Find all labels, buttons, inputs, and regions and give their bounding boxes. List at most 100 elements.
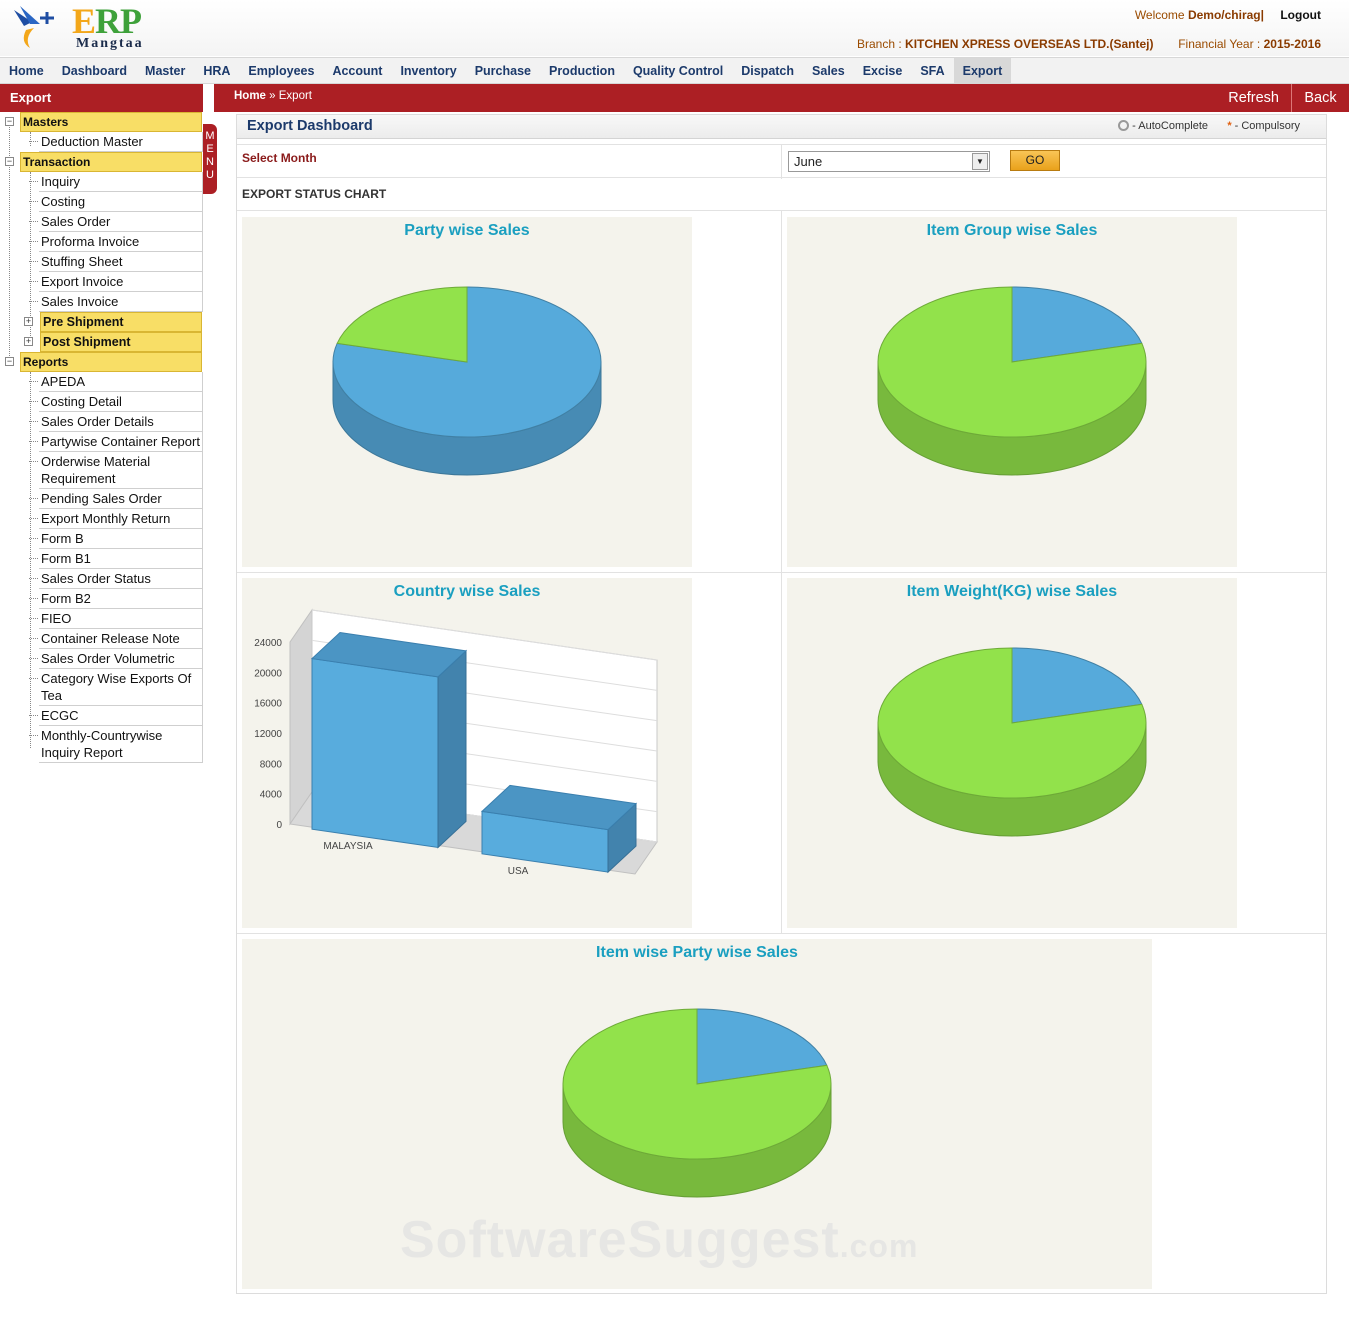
nav-account[interactable]: Account xyxy=(323,58,391,83)
pie-chart xyxy=(877,286,1147,476)
collapse-icon[interactable]: − xyxy=(5,117,14,126)
export-dashboard-panel: Export Dashboard - AutoComplete * - Compu… xyxy=(236,114,1327,1294)
branch-name: KITCHEN XPRESS OVERSEAS LTD.(Santej) xyxy=(905,37,1154,51)
chart-item-group-wise-sales: Item Group wise Sales xyxy=(787,217,1237,567)
tree-item-costing[interactable]: Costing xyxy=(29,192,203,212)
content-header-bar: Home » Export Refresh Back xyxy=(214,84,1349,112)
legend-autocomplete: - AutoComplete xyxy=(1118,120,1208,132)
nav-export[interactable]: Export xyxy=(953,58,1012,83)
tree-item-stuffing-sheet[interactable]: Stuffing Sheet xyxy=(29,252,203,272)
tree-item-export-invoice[interactable]: Export Invoice xyxy=(29,272,203,292)
brand-rp: RP xyxy=(95,1,142,41)
tree-item-sales-invoice[interactable]: Sales Invoice xyxy=(29,292,203,312)
erp-logo[interactable]: ERP Mangtaa xyxy=(10,1,160,54)
bar-front xyxy=(311,657,439,849)
pie-chart xyxy=(877,647,1147,837)
nav-hra[interactable]: HRA xyxy=(194,58,239,83)
tree-section-masters[interactable]: − Masters xyxy=(5,112,202,132)
current-user: Demo/chirag| xyxy=(1187,8,1264,22)
fy-value: 2015-2016 xyxy=(1263,37,1321,51)
nav-employees[interactable]: Employees xyxy=(239,58,323,83)
nav-purchase[interactable]: Purchase xyxy=(466,58,540,83)
nav-dashboard[interactable]: Dashboard xyxy=(53,58,136,83)
nav-production[interactable]: Production xyxy=(540,58,624,83)
tree-subsection-post-shipment[interactable]: + Post Shipment xyxy=(24,332,202,352)
magnifier-icon xyxy=(1118,120,1130,131)
tree-item-proforma-invoice[interactable]: Proforma Invoice xyxy=(29,232,203,252)
collapse-icon[interactable]: − xyxy=(5,157,14,166)
tree-item-fieo[interactable]: FIEO xyxy=(29,609,203,629)
pie-chart xyxy=(332,286,602,476)
tree-section-reports[interactable]: − Reports xyxy=(5,352,202,372)
asterisk-icon: * xyxy=(1227,120,1232,132)
nav-master[interactable]: Master xyxy=(136,58,194,83)
sidebar-title: Export xyxy=(0,84,203,112)
legend-compulsory-text: - Compulsory xyxy=(1234,120,1300,132)
watermark-main: SoftwareSuggest xyxy=(400,1211,840,1269)
tree-section-label: Transaction xyxy=(23,155,91,169)
nav-home[interactable]: Home xyxy=(0,58,53,83)
tree-subsection-pre-shipment[interactable]: + Pre Shipment xyxy=(24,312,202,332)
y-tick-label: 20000 xyxy=(254,668,282,679)
bar-side xyxy=(437,649,467,849)
chevron-down-icon[interactable]: ▼ xyxy=(972,153,988,170)
tree-item-sales-order[interactable]: Sales Order xyxy=(29,212,203,232)
tree-item-inquiry[interactable]: Inquiry xyxy=(29,172,203,192)
chart-left-wall xyxy=(289,608,313,826)
x-tick-label: USA xyxy=(508,866,529,877)
menu-toggle-tab[interactable]: MENU xyxy=(203,124,217,194)
nav-dispatch[interactable]: Dispatch xyxy=(732,58,803,83)
expand-icon[interactable]: + xyxy=(24,337,33,346)
month-select[interactable]: June ▼ xyxy=(788,151,990,172)
watermark-suffix: .com xyxy=(839,1228,919,1264)
status-chart-heading: EXPORT STATUS CHART xyxy=(242,187,387,201)
breadcrumb-home[interactable]: Home xyxy=(234,90,266,102)
tree-item-form-b2[interactable]: Form B2 xyxy=(29,589,203,609)
go-button[interactable]: GO xyxy=(1010,150,1060,171)
nav-sfa[interactable]: SFA xyxy=(911,58,953,83)
welcome-text: Welcome Demo/chirag| xyxy=(1135,8,1264,22)
branch-label: Branch : xyxy=(856,37,902,51)
tree-item-category-wise-exports-of-tea[interactable]: Category Wise Exports Of Tea xyxy=(29,669,203,706)
tree-item-sales-order-details[interactable]: Sales Order Details xyxy=(29,412,203,432)
tree-item-deduction-master[interactable]: Deduction Master xyxy=(29,132,203,152)
logo-arrow-icon xyxy=(14,6,54,48)
expand-icon[interactable]: + xyxy=(24,317,33,326)
tree-subsection-label: Pre Shipment xyxy=(43,315,124,329)
refresh-button[interactable]: Refresh xyxy=(1216,84,1292,112)
month-select-value: June xyxy=(794,154,823,169)
tree-item-container-release-note[interactable]: Container Release Note xyxy=(29,629,203,649)
breadcrumb-current: » Export xyxy=(269,90,312,102)
nav-sales[interactable]: Sales xyxy=(803,58,854,83)
chart-country-wise-sales: Country wise Sales 0 4000 8000 12000 16000 20… xyxy=(242,578,692,928)
y-tick-label: 16000 xyxy=(254,699,282,710)
nav-inventory[interactable]: Inventory xyxy=(391,58,465,83)
tree-item-form-b[interactable]: Form B xyxy=(29,529,203,549)
branch-info: Branch : KITCHEN XPRESS OVERSEAS LTD.(Sa… xyxy=(857,37,1321,51)
dashboard-title-bar: Export Dashboard - AutoComplete * - Compu… xyxy=(237,115,1326,139)
tree-item-sales-order-volumetric[interactable]: Sales Order Volumetric xyxy=(29,649,203,669)
back-button[interactable]: Back xyxy=(1292,84,1349,112)
tree-item-monthly-countrywise-inquiry-report[interactable]: Monthly-Countrywise Inquiry Report xyxy=(29,726,203,763)
tree-item-sales-order-status[interactable]: Sales Order Status xyxy=(29,569,203,589)
tree-section-label: Masters xyxy=(23,115,69,129)
logout-link[interactable]: Logout xyxy=(1280,8,1321,22)
nav-excise[interactable]: Excise xyxy=(854,58,912,83)
legend-compulsory: * - Compulsory xyxy=(1227,120,1300,132)
tree-item-form-b1[interactable]: Form B1 xyxy=(29,549,203,569)
tree-item-partywise-container-report[interactable]: Partywise Container Report xyxy=(29,432,203,452)
welcome-prefix: Welcome xyxy=(1134,8,1185,22)
collapse-icon[interactable]: − xyxy=(5,357,14,366)
tree-item-apeda[interactable]: APEDA xyxy=(29,372,203,392)
tree-item-export-monthly-return[interactable]: Export Monthly Return xyxy=(29,509,203,529)
app-header: ERP Mangtaa Welcome Demo/chirag| Logout … xyxy=(0,0,1349,56)
tree-section-label: Reports xyxy=(23,355,69,369)
tree-item-pending-sales-order[interactable]: Pending Sales Order xyxy=(29,489,203,509)
tree-item-orderwise-material-requirement[interactable]: Orderwise Material Requirement xyxy=(29,452,203,489)
tree-section-transaction[interactable]: − Transaction xyxy=(5,152,202,172)
tree-item-ecgc[interactable]: ECGC xyxy=(29,706,203,726)
tree-item-costing-detail[interactable]: Costing Detail xyxy=(29,392,203,412)
legend-autocomplete-text: - AutoComplete xyxy=(1132,120,1208,132)
nav-quality-control[interactable]: Quality Control xyxy=(624,58,732,83)
bar-malaysia xyxy=(310,632,468,849)
